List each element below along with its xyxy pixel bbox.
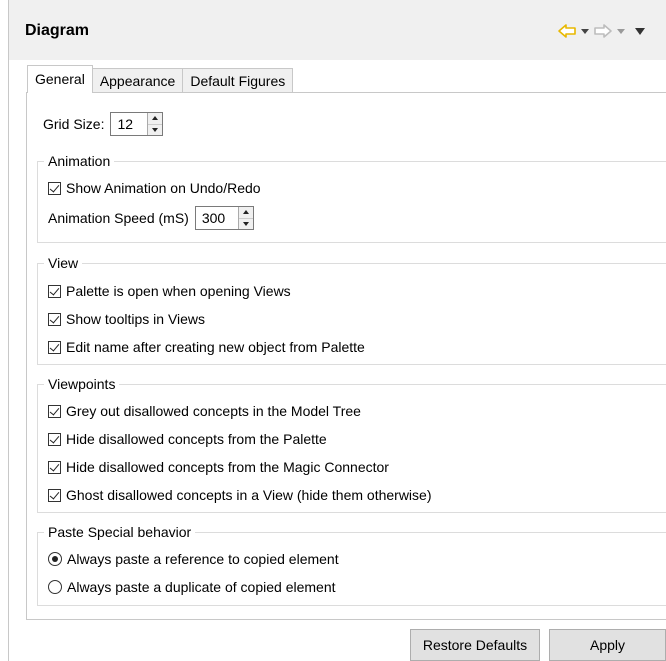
paste-special-group: Paste Special behavior Always paste a re…: [37, 523, 666, 606]
back-arrow-icon[interactable]: [557, 22, 577, 40]
nav-toolbar: [557, 21, 647, 41]
view-option-row[interactable]: Show tooltips in Views: [48, 311, 205, 327]
forward-dropdown-icon[interactable]: [616, 22, 626, 40]
apply-button[interactable]: Apply: [549, 629, 666, 661]
restore-defaults-button[interactable]: Restore Defaults: [410, 629, 540, 661]
grid-size-down-icon[interactable]: [148, 123, 163, 135]
paste-option-row[interactable]: Always paste a duplicate of copied eleme…: [48, 579, 336, 595]
forward-arrow-icon[interactable]: [593, 22, 613, 40]
hide-palette-label: Hide disallowed concepts from the Palett…: [66, 431, 327, 447]
view-group: View Palette is open when opening Views …: [37, 254, 666, 365]
hide-connector-checkbox[interactable]: [48, 460, 61, 474]
animation-speed-up-icon[interactable]: [238, 207, 253, 218]
viewpoints-option-row[interactable]: Grey out disallowed concepts in the Mode…: [48, 403, 361, 419]
paste-duplicate-label: Always paste a duplicate of copied eleme…: [67, 579, 336, 595]
edit-name-label: Edit name after creating new object from…: [66, 339, 365, 355]
hide-palette-checkbox[interactable]: [48, 432, 61, 446]
ghost-concepts-label: Ghost disallowed concepts in a View (hid…: [66, 487, 432, 503]
animation-speed-row: Animation Speed (mS) 300: [48, 206, 254, 230]
page-title: Diagram: [25, 22, 90, 39]
view-menu-icon[interactable]: [633, 22, 647, 40]
viewpoints-group: Viewpoints Grey out disallowed concepts …: [37, 375, 666, 513]
show-animation-checkbox[interactable]: [48, 181, 61, 195]
show-animation-row[interactable]: Show Animation on Undo/Redo: [48, 180, 261, 196]
view-option-row[interactable]: Palette is open when opening Views: [48, 283, 291, 299]
grid-size-spinner[interactable]: 12: [110, 112, 164, 136]
viewpoints-option-row[interactable]: Ghost disallowed concepts in a View (hid…: [48, 487, 431, 503]
left-border: [8, 0, 9, 661]
viewpoints-option-row[interactable]: Hide disallowed concepts from the Palett…: [48, 431, 327, 447]
tab-bar: General Appearance Default Figures: [27, 65, 294, 93]
grid-size-label: Grid Size:: [43, 116, 105, 132]
paste-reference-label: Always paste a reference to copied eleme…: [67, 551, 339, 567]
tab-panel-general: Grid Size: 12 Animation Show Animation o…: [26, 92, 666, 620]
hide-connector-label: Hide disallowed concepts from the Magic …: [66, 459, 389, 475]
paste-special-legend: Paste Special behavior: [44, 523, 196, 541]
back-dropdown-icon[interactable]: [580, 22, 590, 40]
palette-open-checkbox[interactable]: [48, 284, 61, 298]
tab-default-figures[interactable]: Default Figures: [182, 68, 294, 93]
view-legend: View: [44, 254, 83, 272]
viewpoints-option-row[interactable]: Hide disallowed concepts from the Magic …: [48, 459, 389, 475]
page-header: Diagram: [9, 0, 666, 60]
paste-duplicate-radio[interactable]: [48, 580, 62, 594]
paste-option-row[interactable]: Always paste a reference to copied eleme…: [48, 551, 339, 567]
edit-name-checkbox[interactable]: [48, 340, 61, 354]
palette-open-label: Palette is open when opening Views: [66, 283, 291, 299]
tab-general[interactable]: General: [27, 65, 93, 93]
grid-size-value[interactable]: 12: [111, 113, 147, 135]
tab-appearance[interactable]: Appearance: [91, 68, 184, 93]
paste-reference-radio[interactable]: [48, 552, 62, 566]
grey-out-label: Grey out disallowed concepts in the Mode…: [66, 403, 361, 419]
show-animation-label: Show Animation on Undo/Redo: [66, 180, 261, 196]
show-tooltips-label: Show tooltips in Views: [66, 311, 206, 327]
grid-size-row: Grid Size: 12: [43, 112, 164, 136]
ghost-concepts-checkbox[interactable]: [48, 488, 61, 502]
show-tooltips-checkbox[interactable]: [48, 312, 61, 326]
animation-speed-label: Animation Speed (mS): [48, 210, 189, 226]
grey-out-checkbox[interactable]: [48, 404, 61, 418]
animation-group: Animation Show Animation on Undo/Redo An…: [37, 152, 666, 243]
animation-legend: Animation: [44, 152, 115, 170]
animation-speed-down-icon[interactable]: [238, 217, 253, 229]
grid-size-up-icon[interactable]: [148, 113, 163, 124]
viewpoints-legend: Viewpoints: [44, 375, 120, 393]
animation-speed-spinner[interactable]: 300: [194, 206, 254, 230]
view-option-row[interactable]: Edit name after creating new object from…: [48, 339, 365, 355]
animation-speed-value[interactable]: 300: [196, 207, 238, 229]
